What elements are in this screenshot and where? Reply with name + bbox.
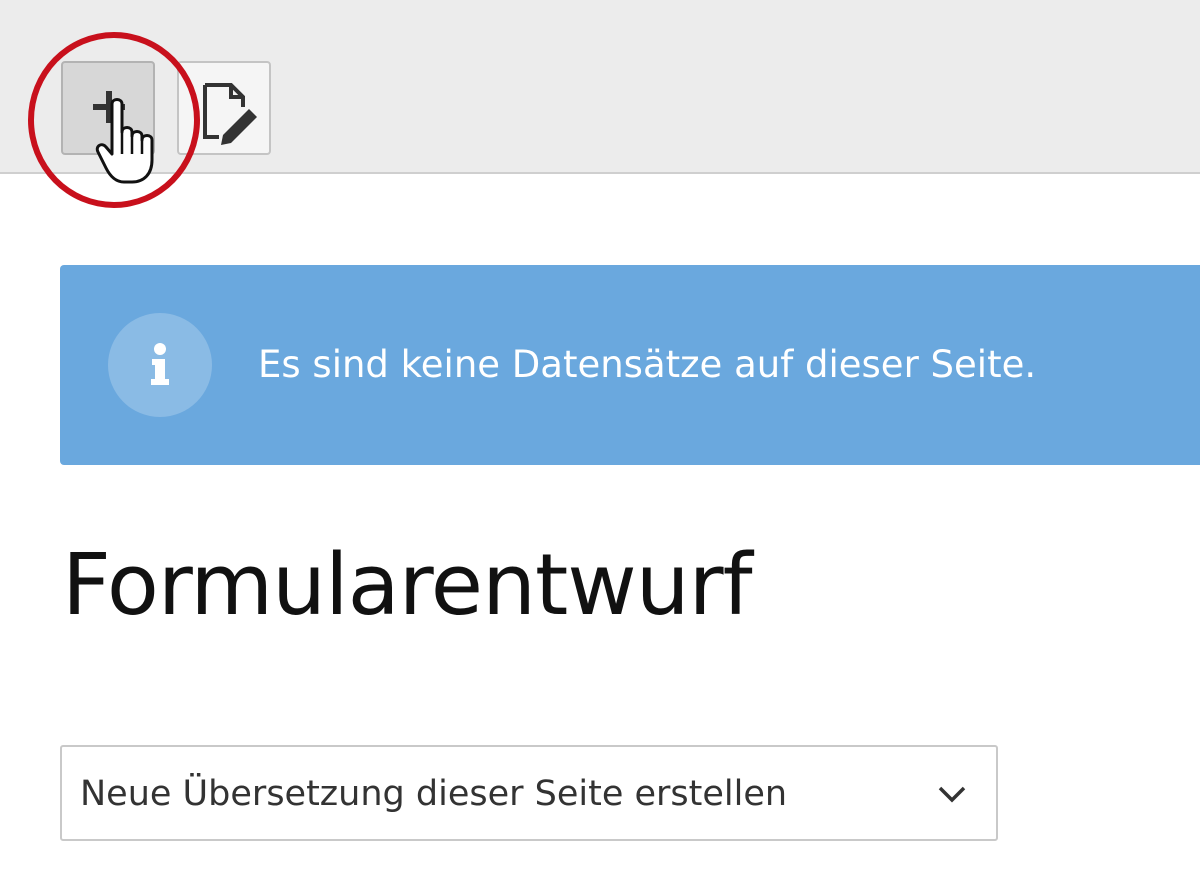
add-button[interactable] (61, 61, 155, 155)
translation-select[interactable]: Neue Übersetzung dieser Seite erstellen (60, 745, 998, 841)
info-icon (108, 313, 212, 417)
info-message: Es sind keine Datensätze auf dieser Seit… (258, 343, 1037, 386)
plus-icon (93, 91, 125, 123)
toolbar (0, 0, 1200, 174)
translation-select-value: Neue Übersetzung dieser Seite erstellen (80, 774, 788, 814)
info-callout: Es sind keine Datensätze auf dieser Seit… (60, 265, 1200, 465)
page-title: Formularentwurf (62, 536, 753, 635)
edit-page-button[interactable] (177, 61, 271, 155)
document-edit-icon (203, 83, 257, 145)
chevron-down-icon (938, 786, 966, 803)
page: Es sind keine Datensätze auf dieser Seit… (0, 0, 1200, 876)
